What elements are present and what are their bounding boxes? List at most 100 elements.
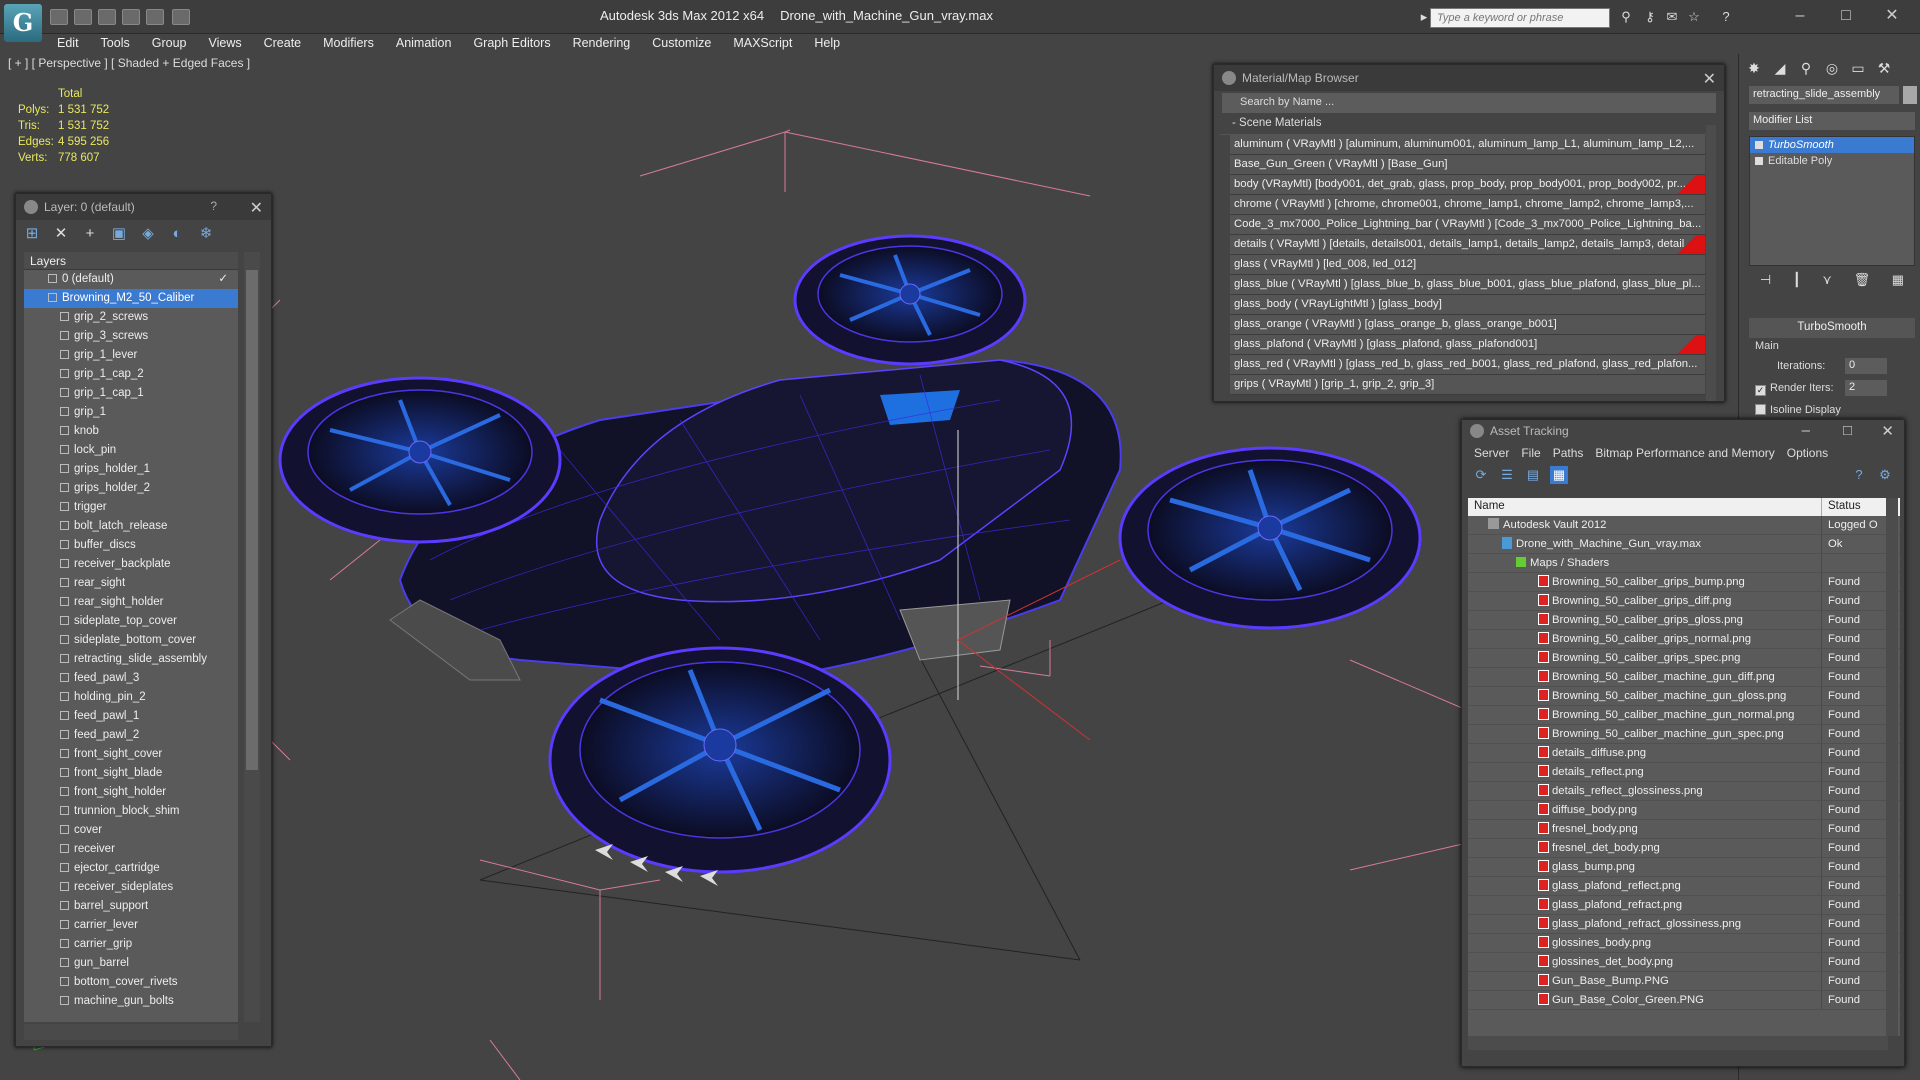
turbosmooth-rollout[interactable]: TurboSmooth [1749,318,1915,338]
create-layer-icon[interactable]: ⊞ [22,224,42,244]
material-item[interactable]: aluminum ( VRayMtl ) [aluminum, aluminum… [1230,135,1705,155]
layer-row[interactable]: knob [24,422,238,441]
table-row[interactable]: Browning_50_caliber_machine_gun_diff.png… [1468,668,1900,687]
table-row[interactable]: Browning_50_caliber_grips_spec.png Found [1468,649,1900,668]
layer-row[interactable]: grip_1_cap_1 [24,384,238,403]
table-row[interactable]: Browning_50_caliber_grips_bump.png Found [1468,573,1900,592]
isoline-display-row[interactable]: Isoline Display [1755,404,1841,416]
render-iters-spinner[interactable]: 2 [1845,380,1887,396]
undo-icon[interactable] [146,9,164,25]
stack-item-turbosmooth[interactable]: TurboSmooth [1750,137,1914,153]
table-row[interactable]: glossines_det_body.png Found [1468,953,1900,972]
communication-icon[interactable]: ✉ [1664,10,1680,24]
minimize-icon[interactable]: – [1802,422,1810,439]
menu-animation[interactable]: Animation [385,34,463,54]
asset-menu-server[interactable]: Server [1468,442,1515,464]
save-file-icon[interactable] [74,9,92,25]
menu-graph-editors[interactable]: Graph Editors [462,34,561,54]
layers-vertical-scrollbar[interactable] [244,252,260,1022]
add-to-layer-icon[interactable]: + [80,224,100,244]
table-row[interactable]: diffuse_body.png Found [1468,801,1900,820]
layer-row[interactable]: grip_2_screws [24,308,238,327]
asset-menu-options[interactable]: Options [1781,442,1834,464]
layer-row[interactable]: 0 (default) ✓ [24,270,238,289]
utilities-tab-icon[interactable]: ⚒ [1873,58,1895,78]
layer-row[interactable]: front_sight_blade [24,764,238,783]
layer-row[interactable]: rear_sight [24,574,238,593]
maximize-icon[interactable]: □ [1843,422,1852,439]
close-icon[interactable]: ✕ [250,198,263,218]
options-icon[interactable]: ⚙ [1876,466,1894,484]
isoline-checkbox[interactable] [1755,404,1766,415]
close-icon[interactable]: ✕ [1703,69,1716,89]
render-iters-row[interactable]: ✓ Render Iters: [1755,382,1834,396]
material-item[interactable]: glass_plafond ( VRayMtl ) [glass_plafond… [1230,335,1705,355]
highlight-layer-icon[interactable]: ◈ [138,224,158,244]
material-item[interactable]: glass_blue ( VRayMtl ) [glass_blue_b, gl… [1230,275,1705,295]
table-row[interactable]: Browning_50_caliber_grips_diff.png Found [1468,592,1900,611]
table-row[interactable]: details_reflect_glossiness.png Found [1468,782,1900,801]
material-item[interactable]: glass ( VRayMtl ) [led_008, led_012] [1230,255,1705,275]
hierarchy-tab-icon[interactable]: ⚲ [1795,58,1817,78]
star-icon[interactable]: ☆ [1686,10,1702,24]
layer-row[interactable]: grip_3_screws [24,327,238,346]
expand-icon[interactable] [1755,157,1763,165]
make-unique-icon[interactable]: ⋎ [1822,272,1832,296]
material-search-input[interactable]: Search by Name ... [1222,93,1716,113]
table-row[interactable]: glass_bump.png Found [1468,858,1900,877]
layer-row[interactable]: receiver_backplate [24,555,238,574]
table-row[interactable]: Gun_Base_Bump.PNG Found [1468,972,1900,991]
current-layer-check-icon[interactable]: ✓ [218,270,228,289]
menu-help[interactable]: Help [803,34,851,54]
table-row[interactable]: Browning_50_caliber_grips_normal.png Foun… [1468,630,1900,649]
table-row[interactable]: Autodesk Vault 2012 Logged O [1468,516,1900,535]
help-button[interactable]: ? [210,199,217,213]
freeze-all-icon[interactable]: ❄ [196,224,216,244]
menu-group[interactable]: Group [141,34,198,54]
table-row[interactable]: Browning_50_caliber_grips_gloss.png Found [1468,611,1900,630]
table-row[interactable]: glass_plafond_refract_glossiness.png Foun… [1468,915,1900,934]
layers-horizontal-scrollbar[interactable] [24,1024,238,1040]
layers-list[interactable]: Layers 0 (default) ✓ Browning_M2_50_Calibe… [24,252,238,1022]
scene-materials-section[interactable]: - Scene Materials [1220,117,1716,135]
pin-stack-icon[interactable]: ⊣ [1760,272,1771,296]
layer-row[interactable]: front_sight_holder [24,783,238,802]
menu-views[interactable]: Views [197,34,252,54]
motion-tab-icon[interactable]: ◎ [1821,58,1843,78]
asset-vertical-scrollbar[interactable] [1886,498,1898,1036]
layer-row[interactable]: front_sight_cover [24,745,238,764]
material-item[interactable]: glass_body ( VRayLightMtl ) [glass_body] [1230,295,1705,315]
layer-row[interactable]: lock_pin [24,441,238,460]
table-row[interactable]: Browning_50_caliber_machine_gun_spec.png… [1468,725,1900,744]
layer-row[interactable]: carrier_grip [24,935,238,954]
layer-row[interactable]: grip_1 [24,403,238,422]
material-item[interactable]: glass_orange ( VRayMtl ) [glass_orange_b… [1230,315,1705,335]
key-icon[interactable]: ⚷ [1642,10,1658,24]
configure-sets-icon[interactable]: ▦ [1892,272,1904,296]
table-row[interactable]: Browning_50_caliber_machine_gun_normal.p… [1468,706,1900,725]
table-row[interactable]: Browning_50_caliber_machine_gun_gloss.pn… [1468,687,1900,706]
layer-row[interactable]: rear_sight_holder [24,593,238,612]
layer-row[interactable]: feed_pawl_2 [24,726,238,745]
table-row[interactable]: Gun_Base_Color_Green.PNG Found [1468,991,1900,1010]
menu-tools[interactable]: Tools [90,34,141,54]
menu-customize[interactable]: Customize [641,34,722,54]
layer-row[interactable]: receiver [24,840,238,859]
binoculars-icon[interactable]: ⚲ [1618,10,1634,24]
layer-row[interactable]: holding_pin_2 [24,688,238,707]
asset-menu-file[interactable]: File [1515,442,1546,464]
render-iters-checkbox[interactable]: ✓ [1755,385,1766,396]
show-end-result-icon[interactable]: ┃ [1793,272,1801,296]
remove-modifier-icon[interactable]: 🗑 [1854,272,1871,296]
menu-rendering[interactable]: Rendering [562,34,642,54]
menu-maxscript[interactable]: MAXScript [722,34,803,54]
layer-row[interactable]: grips_holder_2 [24,479,238,498]
app-logo-icon[interactable]: G [4,4,42,42]
hide-all-icon[interactable]: ◐ [167,224,187,244]
open-file-icon[interactable] [50,9,68,25]
layer-row[interactable]: cover [24,821,238,840]
asset-horizontal-scrollbar[interactable] [1468,1036,1888,1050]
material-item[interactable]: glass_red ( VRayMtl ) [glass_red_b, glas… [1230,355,1705,375]
table-row[interactable]: fresnel_det_body.png Found [1468,839,1900,858]
layer-row[interactable]: bottom_cover_rivets [24,973,238,992]
